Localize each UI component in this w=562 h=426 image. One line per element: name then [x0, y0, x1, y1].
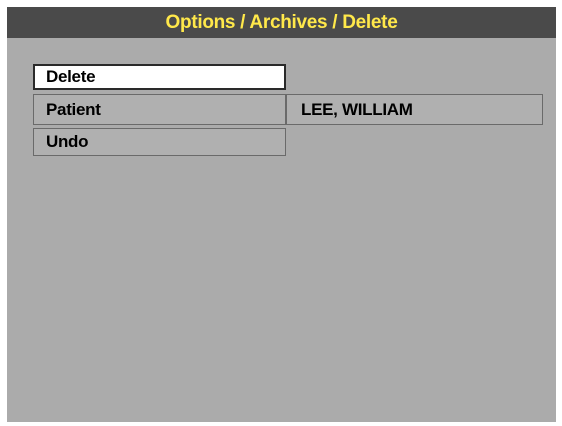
delete-screen: Options / Archives / Delete Delete Patie…	[7, 7, 556, 422]
menu-item-label: Patient	[46, 99, 101, 119]
menu-item-label: Undo	[46, 132, 89, 151]
title-bar: Options / Archives / Delete	[7, 7, 556, 38]
menu-item-label: Delete	[46, 67, 96, 86]
page-title: Options / Archives / Delete	[165, 11, 398, 33]
menu-item-undo[interactable]: Undo	[33, 128, 286, 156]
menu-item-patient[interactable]: Patient	[33, 94, 286, 125]
menu-item-delete[interactable]: Delete	[33, 64, 286, 90]
patient-name-value: LEE, WILLIAM	[301, 99, 413, 119]
patient-name-field[interactable]: LEE, WILLIAM	[286, 94, 543, 125]
